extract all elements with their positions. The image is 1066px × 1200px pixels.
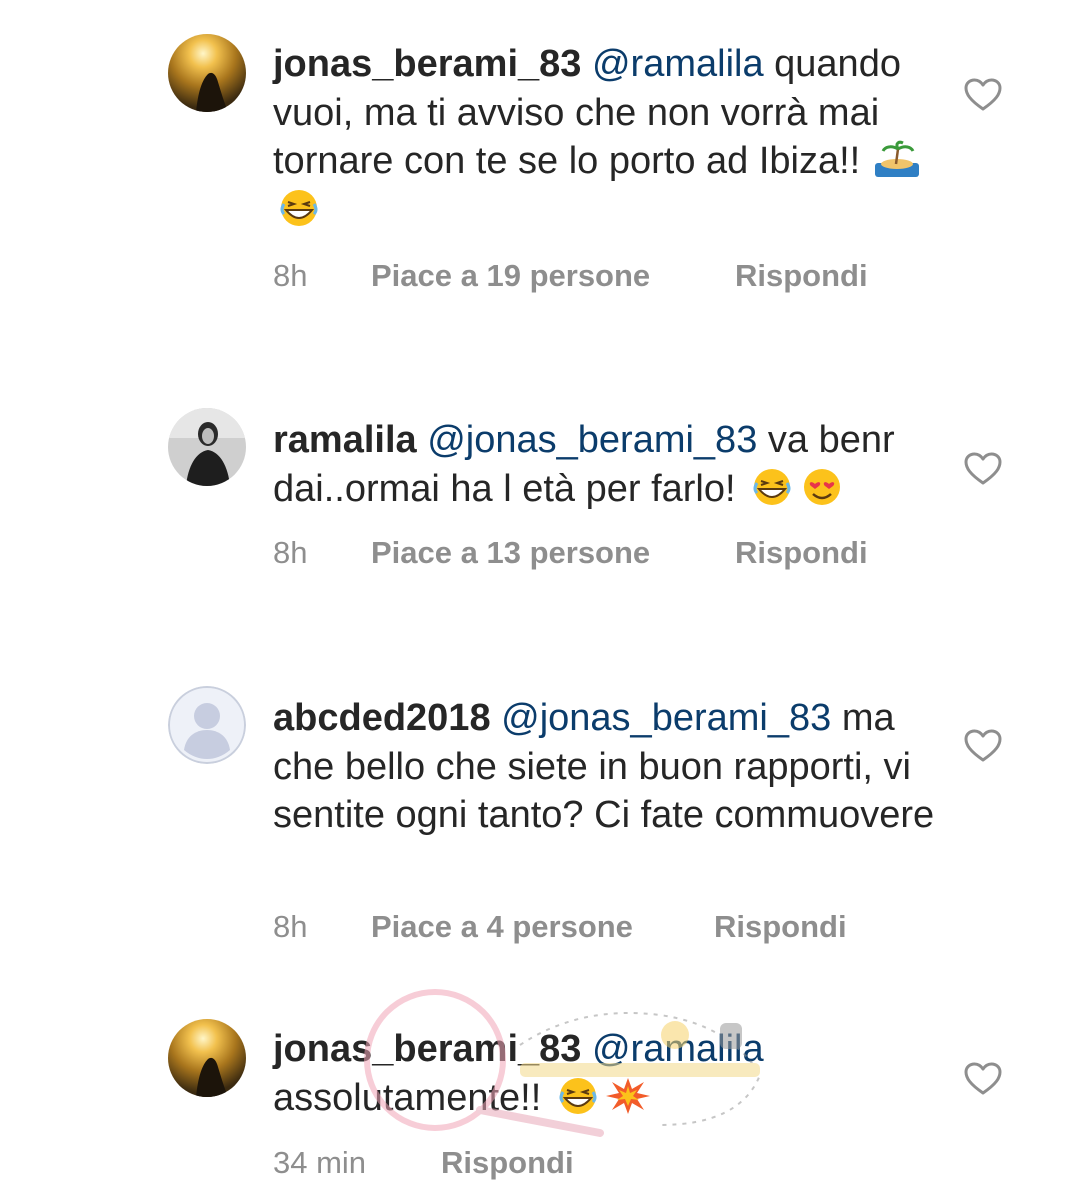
comment-time: 8h bbox=[273, 535, 308, 570]
comment-username[interactable]: ramalila bbox=[273, 419, 417, 461]
reply-button[interactable]: Rispondi bbox=[441, 1141, 574, 1185]
heart-icon[interactable] bbox=[964, 1062, 1002, 1096]
grinning-squint-emoji bbox=[275, 188, 323, 228]
comment-time: 8h bbox=[273, 258, 308, 293]
avatar[interactable] bbox=[168, 1019, 246, 1097]
grinning-squint-emoji bbox=[748, 467, 796, 507]
heart-icon[interactable] bbox=[964, 452, 1002, 486]
comment-time: 34 min bbox=[273, 1145, 367, 1180]
avatar[interactable] bbox=[168, 34, 246, 112]
comment-text: jonas_berami_83 @ramalila quando vuoi, m… bbox=[273, 40, 943, 234]
comment-mention[interactable]: @ramalila bbox=[592, 1028, 764, 1070]
collision-emoji bbox=[604, 1076, 652, 1116]
comment-text: jonas_berami_83 @ramalila assolutamente!… bbox=[273, 1025, 943, 1122]
comment-text: abcded2018 @jonas_berami_83 ma che bello… bbox=[273, 694, 943, 840]
heart-eyes-emoji bbox=[798, 467, 846, 507]
comment-username[interactable]: jonas_berami_83 bbox=[273, 1028, 581, 1070]
comment-text: ramalila @jonas_berami_83 va benr dai..o… bbox=[273, 416, 943, 513]
comment-time: 8h bbox=[273, 909, 308, 944]
comment-likes[interactable]: Piace a 13 persone bbox=[371, 531, 650, 575]
heart-icon[interactable] bbox=[964, 729, 1002, 763]
reply-button[interactable]: Rispondi bbox=[735, 254, 875, 298]
comment-mention[interactable]: @jonas_berami_83 bbox=[427, 419, 757, 461]
reply-button[interactable]: Rispondi bbox=[735, 531, 875, 575]
avatar[interactable] bbox=[168, 408, 246, 486]
comment-body: assolutamente!! bbox=[273, 1076, 542, 1119]
comment-likes[interactable]: Piace a 19 persone bbox=[371, 254, 650, 298]
grinning-squint-emoji bbox=[554, 1076, 602, 1116]
avatar[interactable] bbox=[168, 686, 246, 764]
comment-likes[interactable]: Piace a 4 persone bbox=[371, 905, 633, 949]
reply-button[interactable]: Rispondi bbox=[714, 905, 847, 949]
comment-mention[interactable]: @jonas_berami_83 bbox=[501, 697, 831, 739]
comment-username[interactable]: jonas_berami_83 bbox=[273, 43, 581, 85]
comment-mention[interactable]: @ramalila bbox=[592, 43, 764, 85]
comment-username[interactable]: abcded2018 bbox=[273, 697, 491, 739]
heart-icon[interactable] bbox=[964, 78, 1002, 112]
beach-island-emoji bbox=[873, 139, 921, 179]
